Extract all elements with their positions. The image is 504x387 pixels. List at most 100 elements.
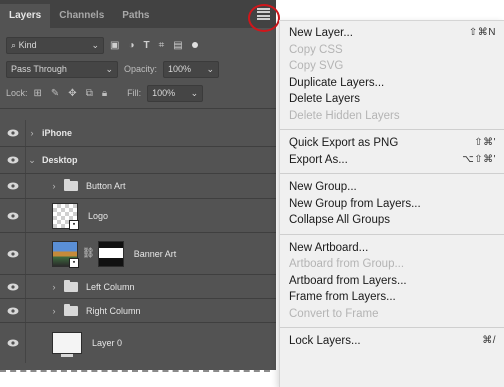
layer-name: Left Column	[86, 281, 135, 292]
filter-icons: ▣ ◑ T ⌗ ▤	[110, 40, 198, 51]
tab-paths[interactable]: Paths	[113, 4, 158, 28]
layer-name: Right Column	[86, 305, 141, 316]
lock-row: Lock: ⊞ ✎ ✥ ⧉ 🔒︎ Fill: 100% ⌄	[0, 81, 276, 105]
layer-row-button-art[interactable]: › Button Art	[0, 174, 276, 199]
layer-thumbnail: ▪	[52, 202, 79, 230]
shape-filter-icon[interactable]: ⌗	[159, 40, 165, 51]
layer-name: Logo	[88, 210, 109, 221]
visibility-eye-icon[interactable]	[0, 299, 26, 322]
lock-artboard-icon[interactable]: ⧉	[86, 88, 93, 99]
menu-item-convert-to-frame: Convert to Frame	[289, 307, 379, 320]
fill-value: 100%	[152, 87, 176, 98]
search-icon: ⌕	[11, 39, 17, 50]
visibility-eye-icon[interactable]	[0, 233, 26, 274]
link-icon[interactable]: ⛓︎	[82, 248, 95, 259]
adjustment-filter-icon[interactable]: ◑	[128, 40, 134, 51]
chevron-down-icon: ⌄	[206, 63, 215, 74]
fill-input[interactable]: 100% ⌄	[147, 84, 204, 102]
layer-thumbnail	[52, 332, 82, 357]
layer-name: Button Art	[86, 181, 126, 191]
opacity-input[interactable]: 100% ⌄	[163, 60, 220, 78]
layer-thumbnail: ▪	[52, 240, 79, 268]
menu-item-artboard-from-group: Artboard from Group...	[289, 258, 405, 270]
lock-label: Lock:	[6, 88, 28, 98]
kind-label: Kind	[18, 39, 37, 50]
layer-name: Banner Art	[133, 248, 177, 259]
menu-item-copy-css: Copy CSS	[289, 43, 343, 56]
chevron-right-icon[interactable]: ›	[48, 306, 60, 316]
blend-row: Pass Through ⌄ Opacity: 100% ⌄	[0, 57, 276, 81]
type-filter-icon[interactable]: T	[144, 40, 150, 51]
menu-item-export-as[interactable]: Export As... ⌥⇧⌘'	[280, 152, 504, 169]
menu-item-duplicate-layers[interactable]: Duplicate Layers...	[280, 75, 504, 92]
chevron-right-icon[interactable]: ›	[26, 128, 38, 138]
chevron-right-icon[interactable]: ›	[48, 181, 60, 191]
chevron-down-icon: ⌄	[105, 63, 113, 74]
smart-object-filter-icon[interactable]: ▤	[173, 40, 182, 51]
layer-name: iPhone	[42, 128, 73, 138]
folder-icon	[64, 303, 78, 316]
menu-divider	[280, 327, 504, 328]
menu-item-new-layer[interactable]: New Layer... ⇧⌘N	[280, 25, 504, 42]
panel-flyout-menu: New Layer... ⇧⌘N Copy CSS Copy SVG Duplic…	[279, 20, 504, 387]
tab-layers[interactable]: Layers	[0, 4, 51, 28]
menu-item-quick-export-png[interactable]: Quick Export as PNG ⇧⌘'	[280, 135, 504, 152]
visibility-eye-icon[interactable]	[0, 323, 26, 363]
fill-label: Fill:	[127, 88, 142, 98]
menu-item-delete-layers[interactable]: Delete Layers	[280, 91, 504, 108]
menu-item-delete-hidden-layers: Delete Hidden Layers	[289, 109, 400, 122]
chevron-down-icon: ⌄	[91, 39, 99, 50]
layer-row-banner-art[interactable]: ▪ ⛓︎ Banner Art	[0, 233, 276, 275]
highlight-ring	[248, 4, 280, 32]
tab-channels[interactable]: Channels	[50, 4, 113, 28]
layer-row-iphone[interactable]: › iPhone	[0, 120, 276, 147]
folder-icon	[64, 179, 78, 191]
layer-mask-thumbnail[interactable]	[97, 240, 124, 267]
opacity-label: Opacity:	[124, 64, 158, 74]
layers-panel: Layers Channels Paths ⌕ Kind ⌄ ▣ ◑ T ⌗ ▤…	[0, 0, 276, 370]
layer-row-layer-0[interactable]: Layer 0	[0, 323, 276, 363]
menu-item-copy-svg: Copy SVG	[289, 60, 344, 72]
filter-row: ⌕ Kind ⌄ ▣ ◑ T ⌗ ▤	[0, 33, 276, 57]
menu-item-frame-from-layers[interactable]: Frame from Layers...	[280, 289, 504, 306]
menu-item-collapse-all-groups[interactable]: Collapse All Groups	[280, 212, 504, 229]
visibility-eye-icon[interactable]	[0, 147, 26, 173]
lock-icons: ⊞ ✎ ✥ ⧉ 🔒︎	[34, 88, 108, 99]
visibility-eye-icon[interactable]	[0, 199, 26, 232]
menu-divider	[280, 233, 504, 235]
kind-filter-select[interactable]: ⌕ Kind ⌄	[6, 36, 104, 54]
blend-mode-value: Pass Through	[11, 63, 67, 74]
layer-name: Desktop	[42, 155, 78, 165]
smart-object-badge-icon: ▪	[69, 219, 79, 230]
chevron-right-icon[interactable]: ›	[48, 282, 60, 292]
blend-mode-select[interactable]: Pass Through ⌄	[6, 60, 118, 78]
layer-row-logo[interactable]: ▪ Logo	[0, 199, 276, 233]
layer-row-desktop[interactable]: ⌄ Desktop	[0, 147, 276, 174]
lock-position-icon[interactable]: ✥	[68, 88, 76, 99]
lock-all-icon[interactable]: 🔒︎	[102, 88, 107, 99]
menu-item-new-group[interactable]: New Group...	[280, 179, 504, 196]
lock-transparent-icon[interactable]: ⊞	[34, 88, 42, 99]
panel-tab-bar: Layers Channels Paths	[0, 0, 276, 28]
layer-row-right-column[interactable]: › Right Column	[0, 299, 276, 323]
visibility-eye-icon[interactable]	[0, 275, 26, 298]
menu-item-artboard-from-layers[interactable]: Artboard from Layers...	[280, 273, 504, 290]
filter-toggle-icon[interactable]	[191, 42, 198, 48]
menu-item-lock-layers[interactable]: Lock Layers... ⌘/	[280, 333, 504, 350]
layer-row-left-column[interactable]: › Left Column	[0, 275, 276, 299]
menu-item-new-group-from-layers[interactable]: New Group from Layers...	[280, 196, 504, 213]
panel-cut-edge	[0, 370, 270, 372]
smart-object-badge-icon: ▪	[69, 257, 79, 268]
opacity-value: 100%	[168, 63, 192, 74]
folder-icon	[64, 279, 78, 292]
layer-name: Layer 0	[92, 338, 123, 348]
visibility-eye-icon[interactable]	[0, 120, 26, 146]
menu-item-new-artboard[interactable]: New Artboard...	[280, 240, 504, 257]
pixel-filter-icon[interactable]: ▣	[110, 40, 119, 51]
menu-divider	[280, 129, 504, 130]
lock-image-icon[interactable]: ✎	[51, 88, 59, 99]
chevron-down-icon: ⌄	[190, 87, 199, 98]
menu-divider	[280, 173, 504, 174]
visibility-eye-icon[interactable]	[0, 174, 26, 198]
chevron-down-icon[interactable]: ⌄	[26, 155, 38, 166]
